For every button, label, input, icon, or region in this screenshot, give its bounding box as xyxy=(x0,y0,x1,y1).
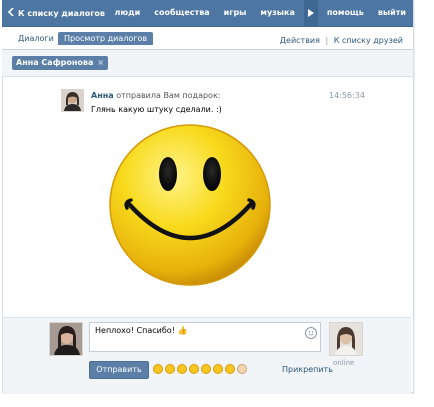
message-action: отправила Вам подарок: xyxy=(116,91,221,100)
compose-area: Неплохо! Спасибо! 👍 online Отправить При… xyxy=(3,317,411,393)
smile-icon[interactable] xyxy=(305,327,317,339)
emoji-smile-icon[interactable] xyxy=(153,364,163,374)
emoji-sad-icon[interactable] xyxy=(225,364,235,374)
nav-communities[interactable]: сообщества xyxy=(147,0,216,26)
emoji-bar xyxy=(153,364,247,374)
back-label: К списку диалогов xyxy=(18,8,105,18)
recipient-bar: Анна Сафронова × xyxy=(2,50,413,77)
tab-dialogs[interactable]: Диалоги xyxy=(18,34,54,43)
nav-people[interactable]: люди xyxy=(108,0,148,26)
thumbs-up-icon[interactable] xyxy=(237,364,247,374)
nav-music[interactable]: музыка xyxy=(253,0,301,26)
message-header: Анна отправила Вам подарок: xyxy=(91,91,220,100)
peer-avatar[interactable] xyxy=(329,322,363,356)
message-input[interactable]: Неплохо! Спасибо! 👍 xyxy=(89,322,321,352)
tab-view-dialogs[interactable]: Просмотр диалогов xyxy=(58,32,154,45)
tabs-bar: Диалоги Просмотр диалогов Действия | К с… xyxy=(2,27,413,50)
message-area: Анна отправила Вам подарок: 14:56:34 Гля… xyxy=(3,79,411,317)
sender-name[interactable]: Анна xyxy=(91,91,114,100)
emoji-grin-icon[interactable] xyxy=(165,364,175,374)
emoji-tongue-icon[interactable] xyxy=(201,364,211,374)
recipient-name: Анна Сафронова xyxy=(16,58,94,67)
recipient-chip[interactable]: Анна Сафронова × xyxy=(12,56,109,70)
message-input-value: Неплохо! Спасибо! 👍 xyxy=(95,326,188,335)
peer-online-status: online xyxy=(333,359,355,367)
my-avatar[interactable] xyxy=(49,322,83,356)
emoji-laugh-icon[interactable] xyxy=(177,364,187,374)
message-text: Глянь какую штуку сделали. :) xyxy=(91,105,222,114)
nav-games[interactable]: игры xyxy=(217,0,254,26)
sender-avatar[interactable] xyxy=(61,89,84,112)
friends-list-link[interactable]: К списку друзей xyxy=(334,36,403,45)
smiley-gift-image xyxy=(107,122,273,288)
top-nav: люди сообщества игры музыка помощь выйти xyxy=(108,0,413,26)
nav-help[interactable]: помощь xyxy=(320,0,371,26)
attach-link[interactable]: Прикрепить xyxy=(282,365,333,374)
close-icon[interactable]: × xyxy=(97,56,104,70)
emoji-blush-icon[interactable] xyxy=(213,364,223,374)
play-icon[interactable] xyxy=(303,0,318,26)
top-bar: К списку диалогов люди сообщества игры м… xyxy=(2,0,413,27)
emoji-wink-icon[interactable] xyxy=(189,364,199,374)
nav-logout[interactable]: выйти xyxy=(371,0,413,26)
actions-separator: | xyxy=(325,36,329,45)
chevron-left-icon xyxy=(7,1,14,26)
message-time: 14:56:34 xyxy=(329,91,365,100)
send-button[interactable]: Отправить xyxy=(89,361,149,379)
actions-link[interactable]: Действия xyxy=(280,36,320,45)
actions-links: Действия | К списку друзей xyxy=(280,36,403,45)
back-to-dialogs-link[interactable]: К списку диалогов xyxy=(7,0,105,26)
